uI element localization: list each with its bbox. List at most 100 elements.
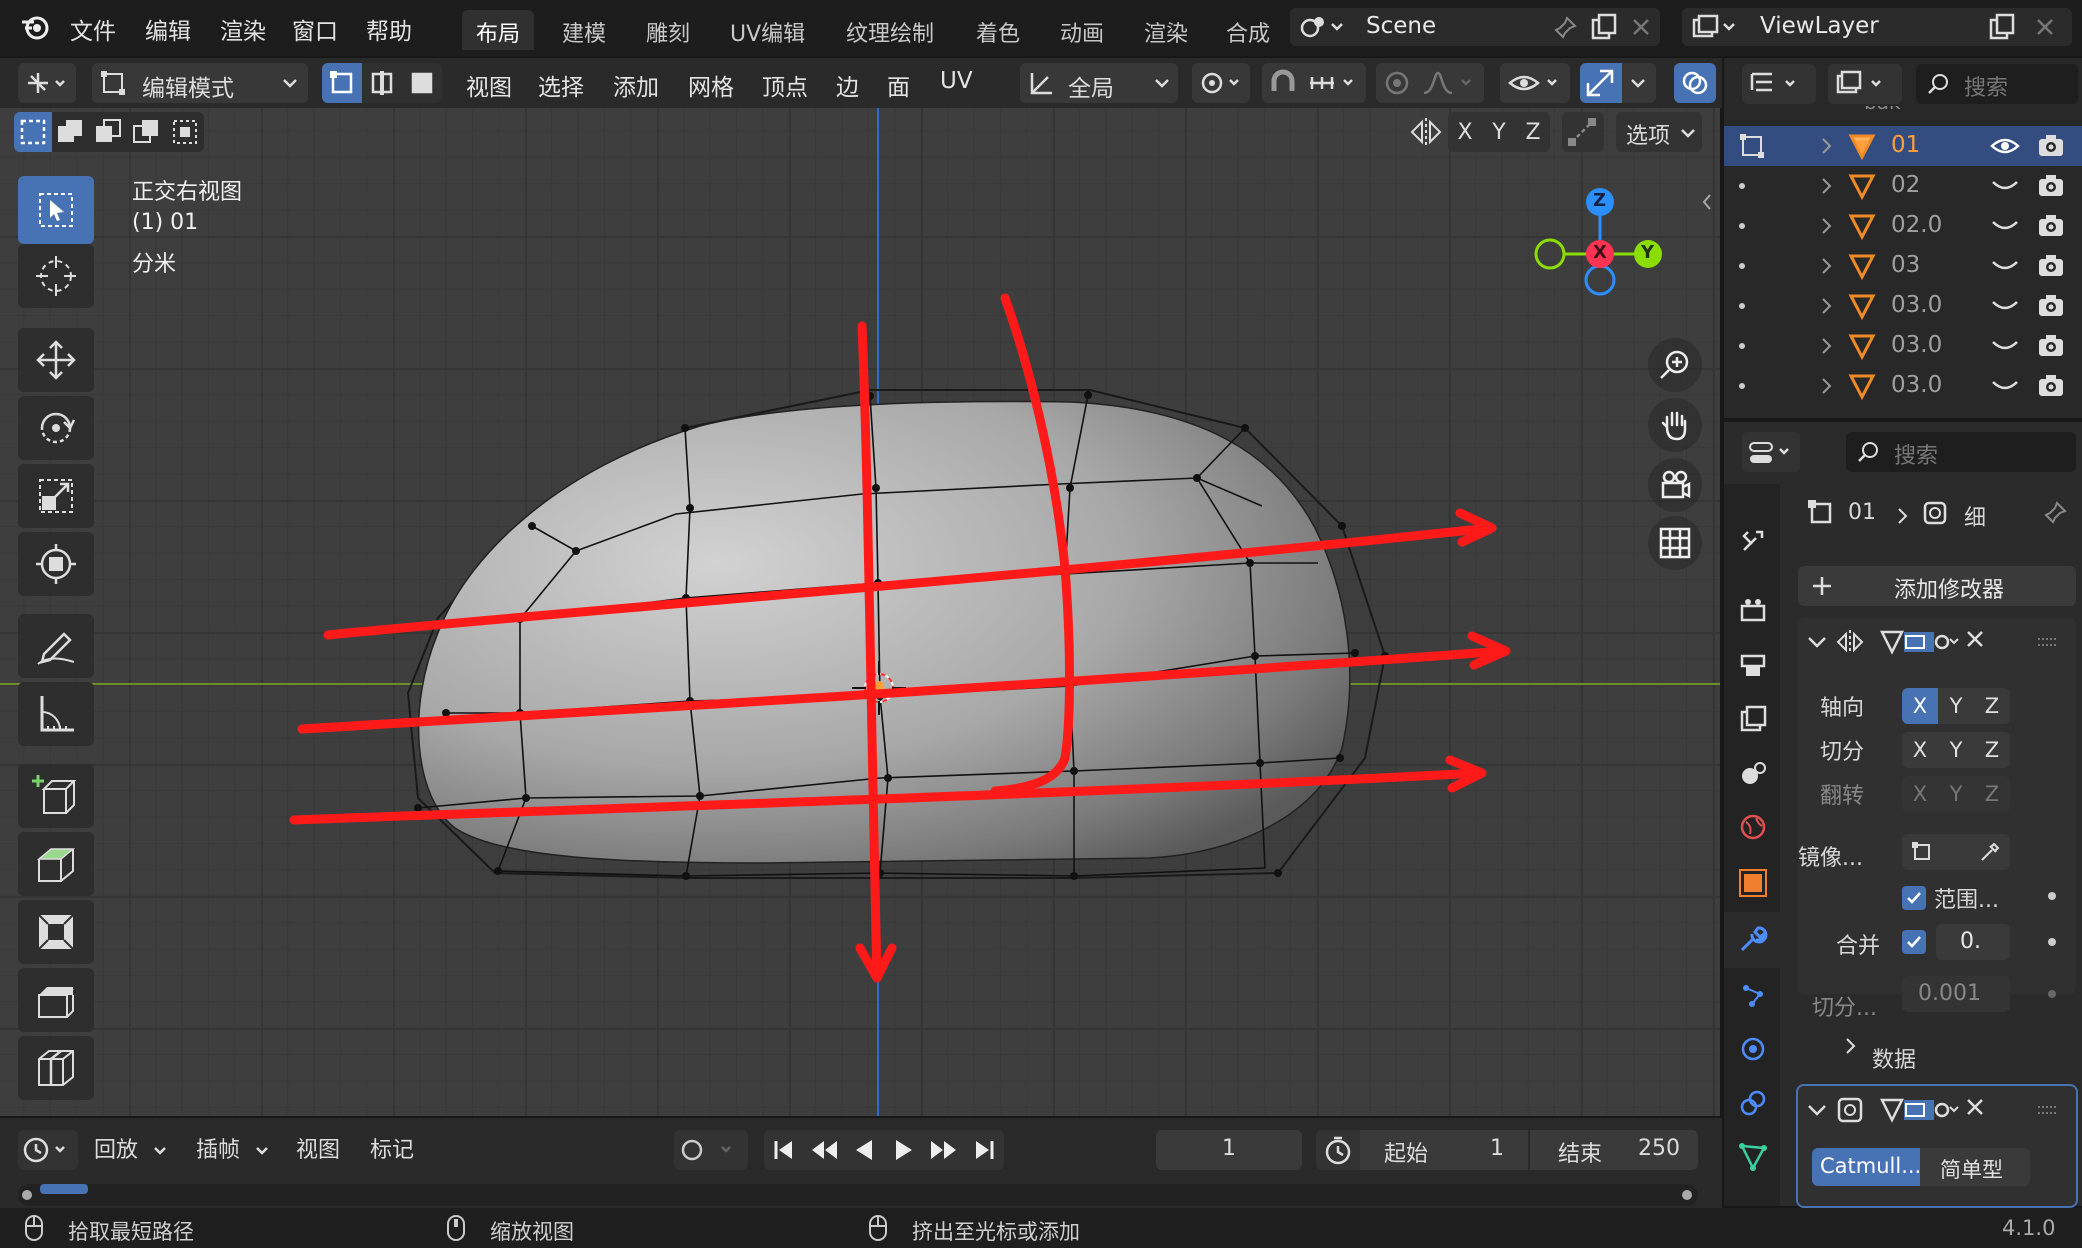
outliner-search[interactable]: 搜索 (1916, 64, 2078, 104)
workspace-tab-rendering[interactable]: 渲染 (1130, 10, 1202, 50)
prev-keyframe-icon[interactable] (804, 1130, 844, 1170)
menu-help[interactable]: 帮助 (366, 12, 412, 46)
timeline-scrubber[interactable] (18, 1184, 1698, 1206)
magnet-icon[interactable] (1268, 69, 1298, 97)
axis-x-toggle[interactable]: X (1902, 688, 1938, 724)
scrubber-right-handle[interactable] (1682, 1190, 1692, 1200)
render-camera-icon[interactable] (2036, 372, 2066, 400)
menu-mesh[interactable]: 网格 (688, 68, 734, 102)
drag-handle-icon[interactable] (2036, 636, 2058, 648)
outliner-item[interactable]: 03 (1724, 246, 2082, 286)
flip-z-toggle[interactable]: Z (1974, 776, 2010, 812)
eye-hidden-icon[interactable] (1990, 376, 2020, 396)
bisect-distance-keyframe-dot[interactable] (2048, 990, 2056, 998)
play-icon[interactable] (884, 1130, 924, 1170)
subdivision-display-toggles[interactable] (1878, 1094, 1966, 1126)
gizmo-dropdown[interactable] (1580, 63, 1656, 103)
mirror-object-field[interactable] (1902, 834, 2010, 870)
flip-x-toggle[interactable]: X (1902, 776, 1938, 812)
blender-logo-icon[interactable] (20, 12, 50, 42)
expand-arrow-icon[interactable] (1820, 256, 1834, 276)
outliner-item[interactable]: 03.0 (1724, 366, 2082, 406)
menu-vertex[interactable]: 顶点 (762, 68, 808, 102)
workspace-tab-sculpting[interactable]: 雕刻 (632, 10, 704, 50)
eye-visible-icon[interactable] (1990, 134, 2020, 158)
view-layer-name[interactable]: ViewLayer (1760, 13, 1879, 39)
delete-scene-icon[interactable] (1630, 16, 1652, 38)
render-camera-icon[interactable] (2036, 172, 2066, 200)
eye-hidden-icon[interactable] (1990, 336, 2020, 356)
playback-menu[interactable]: 回放 (94, 1132, 167, 1168)
merge-keyframe-dot[interactable] (2048, 938, 2056, 946)
render-camera-icon[interactable] (2036, 132, 2066, 160)
constraints-tab-icon[interactable] (1738, 1088, 1768, 1118)
mesh-drawing[interactable] (0, 108, 1720, 1116)
view-layer-selector[interactable]: ViewLayer (1682, 8, 2072, 46)
remove-mirror-modifier-icon[interactable] (1964, 628, 1986, 650)
flip-y-toggle[interactable]: Y (1938, 776, 1974, 812)
display-mode-dropdown[interactable] (1828, 64, 1902, 104)
menu-edge[interactable]: 边 (836, 68, 859, 102)
render-camera-icon[interactable] (2036, 212, 2066, 240)
outliner-item[interactable]: 01 (1724, 126, 2082, 166)
pivot-point-dropdown[interactable] (1192, 63, 1250, 103)
scene-name[interactable]: Scene (1366, 13, 1436, 39)
snap-increment-icon[interactable] (1308, 69, 1360, 97)
expand-arrow-icon[interactable] (1820, 216, 1834, 236)
workspace-tab-texture-paint[interactable]: 纹理绘制 (832, 10, 948, 50)
eye-hidden-icon[interactable] (1990, 256, 2020, 276)
playhead[interactable] (40, 1184, 88, 1194)
remove-subdivision-modifier-icon[interactable] (1964, 1096, 1986, 1118)
menu-file[interactable]: 文件 (70, 12, 116, 46)
bisect-z-toggle[interactable]: Z (1974, 732, 2010, 768)
menu-edit[interactable]: 编辑 (145, 12, 191, 46)
jump-end-icon[interactable] (964, 1130, 1004, 1170)
outliner-item[interactable]: 02 (1724, 166, 2082, 206)
properties-search[interactable]: 搜索 (1846, 432, 2076, 472)
delete-view-layer-icon[interactable] (2034, 16, 2056, 38)
scene-tab-icon[interactable] (1738, 758, 1768, 788)
timeline-marker-menu[interactable]: 标记 (370, 1132, 414, 1164)
bisect-x-toggle[interactable]: X (1902, 732, 1938, 768)
subdivision-collapse-chevron-icon[interactable] (1806, 1100, 1828, 1120)
outliner-item[interactable]: 03.0 (1724, 286, 2082, 326)
edge-select-mode-icon[interactable] (362, 63, 402, 103)
next-keyframe-icon[interactable] (924, 1130, 964, 1170)
axis-y-toggle[interactable]: Y (1938, 688, 1974, 724)
gizmo-icon[interactable] (1580, 63, 1622, 103)
pin-icon[interactable] (1552, 15, 1578, 41)
add-modifier-button[interactable]: 添加修改器 (1798, 566, 2076, 606)
bisect-distance-field[interactable]: 0.001 (1902, 976, 2010, 1012)
eye-hidden-icon[interactable] (1990, 176, 2020, 196)
snapping-group[interactable] (1262, 63, 1366, 103)
timeline-editor-type[interactable] (18, 1130, 78, 1170)
mirror-display-toggles[interactable] (1878, 626, 1966, 658)
expand-arrow-icon[interactable] (1820, 296, 1834, 316)
view-layer-tab-icon[interactable] (1738, 704, 1768, 734)
object-tab-icon[interactable] (1738, 868, 1768, 898)
outliner-item[interactable]: 03.0 (1724, 326, 2082, 366)
face-select-mode-icon[interactable] (402, 63, 442, 103)
data-subpanel-label[interactable]: 数据 (1872, 1042, 1916, 1074)
vertex-select-mode-icon[interactable] (322, 63, 362, 103)
end-frame-field[interactable]: 结束 250 (1530, 1130, 1698, 1170)
workspace-tab-shading[interactable]: 着色 (962, 10, 1034, 50)
eyedropper-icon[interactable] (1978, 840, 2002, 864)
outliner-item[interactable]: 02.0 (1724, 206, 2082, 246)
render-tab-icon[interactable] (1738, 596, 1768, 626)
world-tab-icon[interactable] (1738, 812, 1768, 842)
collapse-chevron-icon[interactable] (1806, 632, 1828, 652)
simple-subdivision-button[interactable]: 简单型 (1920, 1148, 2030, 1186)
jump-start-icon[interactable] (764, 1130, 804, 1170)
keying-menu[interactable]: 插帧 (196, 1132, 269, 1168)
row-dot-icon[interactable] (1738, 262, 1746, 270)
menu-render[interactable]: 渲染 (220, 12, 266, 46)
expand-arrow-icon[interactable] (1820, 376, 1834, 396)
workspace-tab-animation[interactable]: 动画 (1046, 10, 1118, 50)
menu-select[interactable]: 选择 (538, 68, 584, 102)
render-camera-icon[interactable] (2036, 252, 2066, 280)
edit-mode-toggle-icon[interactable] (1738, 132, 1766, 160)
render-camera-icon[interactable] (2036, 332, 2066, 360)
menu-add[interactable]: 添加 (613, 68, 659, 102)
outliner-editor-type[interactable] (1742, 64, 1816, 104)
